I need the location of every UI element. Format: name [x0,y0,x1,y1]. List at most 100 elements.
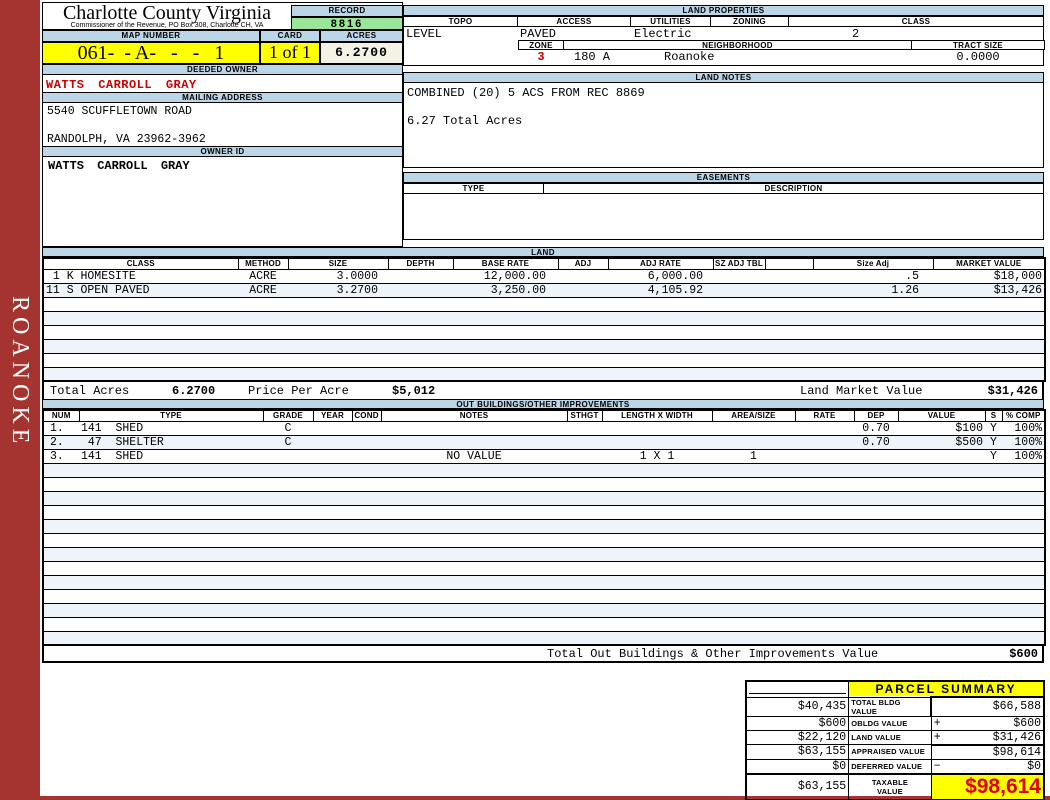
left-district-band: ROANOKE [0,0,40,800]
taxable-value-label: TAXABLEVALUE [849,774,932,800]
county-subtitle: Commissioner of the Revenue, PO Box 308,… [43,22,291,29]
outb-empty-row [43,603,1045,617]
price-per-acre-value: $5,012 [392,382,435,400]
parcel-summary-section: PARCEL SUMMARY $40,435 TOTAL BLDG VALUE … [745,680,1045,800]
acres-value: 6.2700 [320,42,403,64]
outb-col-dep: DEP [854,410,898,421]
land-note-line2: 6.27 Total Acres [407,114,522,128]
county-title: Charlotte County Virginia [43,3,291,23]
outb-col-lxw: LENGTH X WIDTH [602,410,712,421]
outb-total-label: Total Out Buildings & Other Improvements… [547,646,878,662]
parcel-record-page: ROANOKE Charlotte County Virginia Commis… [0,0,1050,800]
land-col-adj-rate: ADJ RATE [608,258,713,269]
record-label: RECORD [291,5,403,17]
outb-col-value: VALUE [898,410,985,421]
outb-empty-row [43,477,1045,491]
tract-size-value: 0.0000 [911,50,1045,67]
outb-col-year: YEAR [313,410,352,421]
easement-type-label: TYPE [403,183,544,194]
total-acres-value: 6.2700 [172,382,215,400]
summary-row: $22,120 LAND VALUE +$31,426 [746,730,1044,745]
out-buildings-section: OUT BUILDINGS/OTHER IMPROVEMENTS NUM TYP… [42,399,1044,663]
county-header-box: Charlotte County Virginia Commissioner o… [42,2,403,30]
deeded-owner-value: WATTS CARROLL GRAY [46,78,197,92]
owner-id-label: OWNER ID [42,146,403,157]
outb-col-pct: % COMP [1002,410,1045,421]
summary-value: $98,614 [993,746,1041,759]
summary-op: + [934,717,941,730]
summary-value: $31,426 [993,731,1041,744]
outb-col-rate: RATE [795,410,854,421]
outb-empty-row [43,505,1045,519]
outb-row: 3. 141 SHED NO VALUE 1 X 1 1 Y 100% [43,449,1045,463]
outb-empty-row [43,491,1045,505]
land-col-sz-adj-tbl: SZ ADJ TBL [713,258,765,269]
outb-col-num: NUM [43,410,79,421]
outb-col-cond: COND [352,410,381,421]
address-line1: 5540 SCUFFLETOWN ROAD [47,105,192,118]
total-acres-label: Total Acres [50,382,129,400]
land-col-size: SIZE [288,258,388,269]
outb-row: 2. 47 SHELTER C 0.70 $500 Y 100% [43,435,1045,449]
parcel-summary-table: PARCEL SUMMARY $40,435 TOTAL BLDG VALUE … [745,680,1045,800]
owner-id-value: WATTS CARROLL GRAY [48,159,190,173]
land-col-adj: ADJ [558,258,608,269]
zone-subtable: ZONE NEIGHBORHOOD TRACT SIZE 3 180 A Roa… [518,40,1045,67]
summary-prior-header [746,681,849,697]
summary-op: − [934,760,941,773]
outb-col-notes: NOTES [381,410,567,421]
summary-value: $0 [1027,760,1041,773]
price-per-acre-label: Price Per Acre [248,382,349,400]
land-col-size-adj: Size Adj [813,258,933,269]
land-row: 1 K HOMESITE ACRE 3.0000 12,000.00 6,000… [43,269,1045,283]
outb-col-sthgt: STHGT [567,410,602,421]
outb-col-grade: GRADE [263,410,313,421]
address-line2: RANDOLPH, VA 23962-3962 [47,133,206,146]
land-empty-row [43,367,1045,381]
district-name: ROANOKE [6,296,33,448]
land-properties-title: LAND PROPERTIES [403,5,1044,16]
card-label: CARD [260,30,320,42]
tract-size-label: TRACT SIZE [911,40,1045,50]
outb-empty-row [43,547,1045,561]
out-buildings-table: NUM TYPE GRADE YEAR COND NOTES STHGT LEN… [42,409,1046,646]
land-market-value-label: Land Market Value [800,382,922,400]
neighborhood-label: NEIGHBORHOOD [563,40,912,50]
neighborhood-name: Roanoke [664,50,714,67]
land-empty-row [43,339,1045,353]
map-card-acres-row: MAP NUMBER CARD ACRES 061- - A- - - 1 1 … [42,30,403,64]
land-col-blank [765,258,813,269]
outb-empty-row [43,589,1045,603]
summary-value: $66,588 [993,700,1041,713]
outb-row: 1. 141 SHED C 0.70 $100 Y 100% [43,421,1045,435]
land-col-class: CLASS [43,258,238,269]
easements-box: EASEMENTS TYPE DESCRIPTION [403,172,1044,240]
summary-value: $600 [1013,717,1041,730]
land-col-depth: DEPTH [388,258,453,269]
land-properties-box: LAND PROPERTIES TOPO ACCESS UTILITIES ZO… [403,5,1044,66]
zone-label: ZONE [518,40,564,50]
land-col-base-rate: BASE RATE [453,258,558,269]
outb-col-s: S [985,410,1002,421]
summary-row: $63,155 APPRAISED VALUE $98,614 [746,745,1044,760]
outb-empty-row [43,463,1045,477]
outb-empty-row [43,631,1045,645]
outb-total-row: Total Out Buildings & Other Improvements… [42,646,1044,663]
land-section: LAND CLASS METHOD SIZE DEPTH BASE RATE A… [42,247,1044,401]
summary-row: $600 OBLDG VALUE +$600 [746,716,1044,730]
access-label: ACCESS [517,16,631,27]
mailing-address-label: MAILING ADDRESS [42,92,403,103]
land-empty-row [43,353,1045,367]
land-market-value: $31,426 [988,382,1038,400]
land-empty-row [43,325,1045,339]
land-col-market-value: MARKET VALUE [933,258,1045,269]
outb-header-row: NUM TYPE GRADE YEAR COND NOTES STHGT LEN… [43,410,1045,421]
out-buildings-title: OUT BUILDINGS/OTHER IMPROVEMENTS [42,399,1044,409]
land-notes-title: LAND NOTES [403,72,1044,83]
map-number-label: MAP NUMBER [42,30,260,42]
map-number-value: 061- - A- - - 1 [42,42,260,64]
outb-col-type: TYPE [79,410,263,421]
outb-col-area: AREA/SIZE [712,410,795,421]
neighborhood-code: 180 A [574,50,610,67]
land-row: 11 S OPEN PAVED ACRE 3.2700 3,250.00 4,1… [43,283,1045,297]
